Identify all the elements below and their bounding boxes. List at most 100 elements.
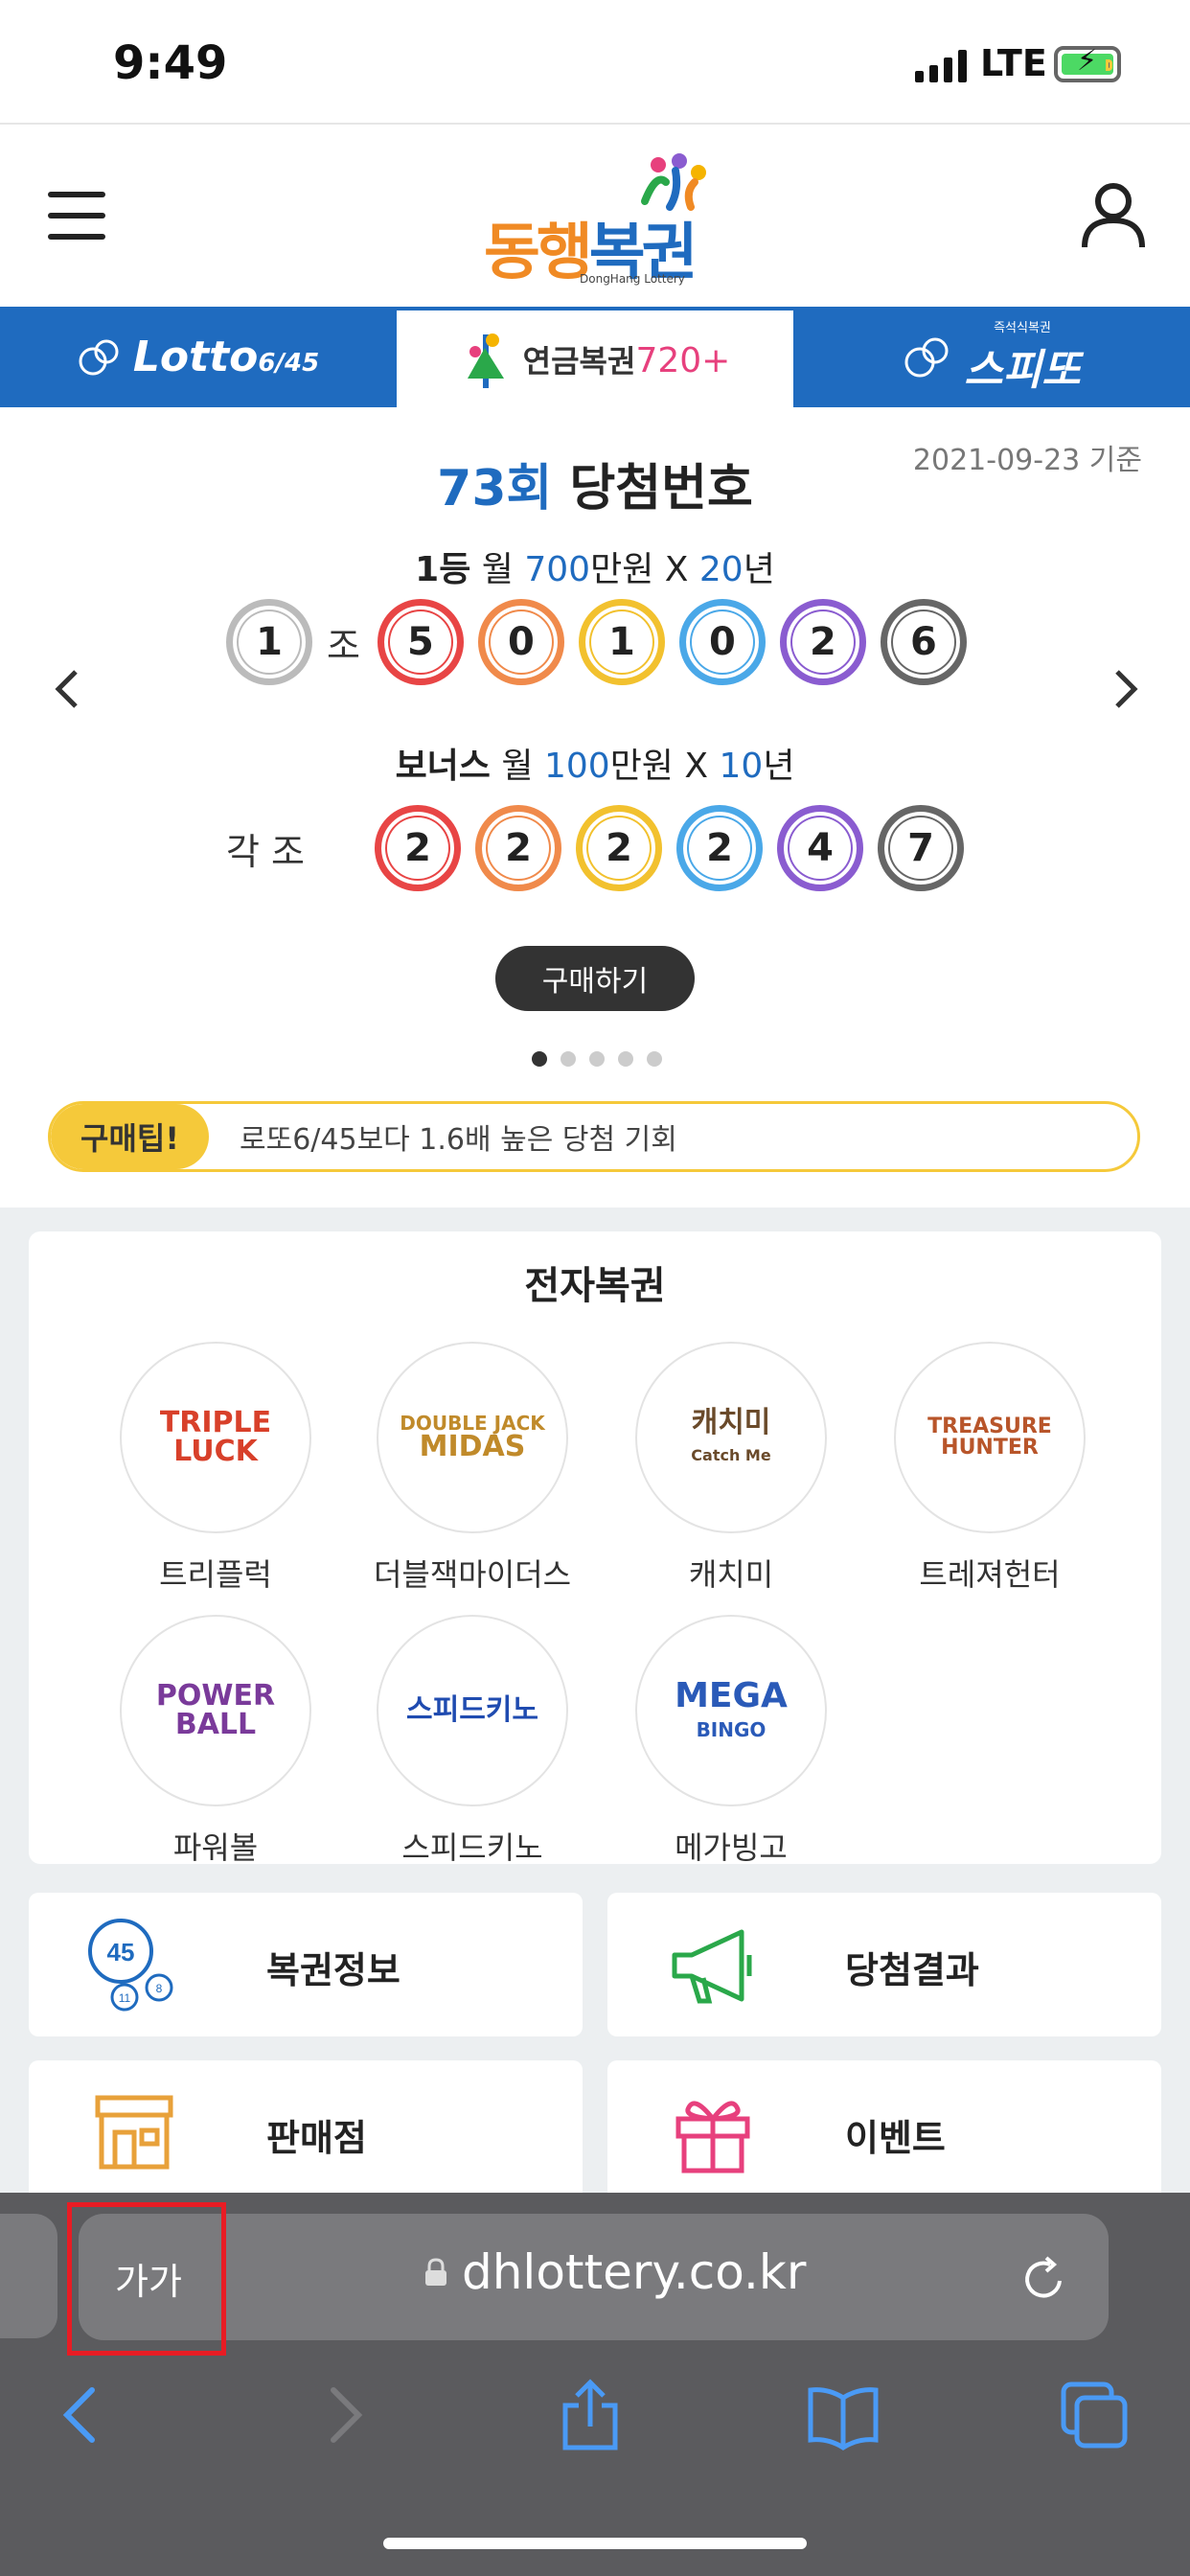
number-ball: 5 xyxy=(377,599,464,685)
tip-badge: 구매팁! xyxy=(51,1104,209,1169)
game-catch-me[interactable]: 캐치미 Catch Me 캐치미 xyxy=(626,1342,836,1595)
text-size-highlight-box xyxy=(67,2202,226,2356)
back-icon[interactable] xyxy=(46,2377,123,2453)
carousel-dots xyxy=(532,1051,662,1067)
tab-pension[interactable]: 연금복권720+ xyxy=(397,307,793,407)
e-lottery-card: 전자복권 TRIPLE LUCK 트리플럭 DOUBLE JACK MIDAS 더블… xyxy=(29,1231,1161,1866)
tile-stores[interactable]: 판매점 xyxy=(29,2060,583,2204)
bookmarks-icon[interactable] xyxy=(805,2377,881,2453)
carousel-dot[interactable] xyxy=(532,1051,547,1067)
game-double-jack-midas[interactable]: DOUBLE JACK MIDAS 더블잭마이더스 xyxy=(367,1342,578,1595)
buy-button[interactable]: 구매하기 xyxy=(495,946,695,1011)
tile-label: 이벤트 xyxy=(845,2117,946,2159)
game-logo-circle: DOUBLE JACK MIDAS xyxy=(377,1342,568,1533)
game-logo-circle: MEGA BINGO xyxy=(635,1615,827,1806)
carousel-dot[interactable] xyxy=(561,1051,576,1067)
game-power-ball[interactable]: POWER BALL 파워볼 xyxy=(110,1615,321,1868)
lock-icon xyxy=(425,2258,446,2286)
hamburger-menu-icon[interactable] xyxy=(48,192,105,240)
group-ball: 1 xyxy=(226,599,312,685)
network-label: LTE xyxy=(980,42,1047,84)
next-draw-arrow-icon[interactable] xyxy=(1111,668,1140,710)
game-name: 스피드키노 xyxy=(401,1829,543,1866)
bonus-prize-line: 보너스 월 100만원 X 10년 xyxy=(395,747,795,786)
carousel-dot[interactable] xyxy=(589,1051,605,1067)
speetto-coins-icon xyxy=(904,337,949,377)
pension-tree-icon xyxy=(467,333,504,388)
tip-text: 로또6/45보다 1.6배 높은 당첨 기회 xyxy=(240,1123,677,1157)
double-jack-midas-logo-icon: DOUBLE JACK MIDAS xyxy=(400,1412,545,1463)
url-text: dhlottery.co.kr xyxy=(462,2244,807,2300)
user-icon[interactable] xyxy=(1081,182,1146,249)
number-ball: 4 xyxy=(777,805,863,891)
site-header: 동행복권 DongHang Lottery xyxy=(0,125,1190,307)
tabs-icon[interactable] xyxy=(1056,2377,1133,2453)
logo-subtitle: DongHang Lottery xyxy=(580,272,685,286)
game-name: 트레져헌터 xyxy=(919,1556,1061,1593)
number-ball: 0 xyxy=(477,599,564,685)
purchase-tip-banner[interactable]: 구매팁! 로또6/45보다 1.6배 높은 당첨 기회 xyxy=(48,1101,1140,1172)
treasure-hunter-logo-icon: TREASURE HUNTER xyxy=(927,1414,1052,1460)
draw-title-text: 당첨번호 xyxy=(569,460,753,518)
lotto-balls-icon xyxy=(79,339,119,375)
tile-events[interactable]: 이벤트 xyxy=(607,2060,1161,2204)
game-logo-circle: TREASURE HUNTER xyxy=(894,1342,1086,1533)
tab-lotto[interactable]: Lotto6/45 xyxy=(0,307,397,407)
game-logo-circle: TRIPLE LUCK xyxy=(120,1342,311,1533)
bonus-group-label: 각 조 xyxy=(226,830,305,873)
home-indicator[interactable] xyxy=(383,2538,807,2549)
game-speed-keno[interactable]: 스피드키노 스피드키노 xyxy=(367,1615,578,1868)
number-ball: 1 xyxy=(578,599,665,685)
signal-icon xyxy=(915,50,967,82)
tile-label: 판매점 xyxy=(266,2117,367,2159)
reload-icon[interactable] xyxy=(1018,2252,1071,2306)
logo-people-icon xyxy=(641,153,706,211)
previous-draw-arrow-icon[interactable] xyxy=(53,668,81,710)
group-label: 조 xyxy=(327,624,360,667)
game-treasure-hunter[interactable]: TREASURE HUNTER 트레져헌터 xyxy=(884,1342,1095,1595)
tile-lottery-info[interactable]: 45 11 8 복권정보 xyxy=(29,1893,583,2036)
address-bar[interactable]: 가가 dhlottery.co.kr xyxy=(79,2214,1109,2340)
carousel-dot[interactable] xyxy=(618,1051,633,1067)
number-ball: 2 xyxy=(779,599,866,685)
number-ball: 2 xyxy=(375,805,461,891)
tile-label: 복권정보 xyxy=(266,1949,400,1991)
game-name: 메가빙고 xyxy=(675,1829,788,1866)
draw-round: 73회 xyxy=(437,460,553,518)
previous-tab-peek[interactable] xyxy=(0,2214,57,2338)
game-triple-luck[interactable]: TRIPLE LUCK 트리플럭 xyxy=(110,1342,321,1595)
tab-speetto-label: 즉석식복권 스피또 xyxy=(964,321,1081,395)
lottery-tabs: Lotto6/45 연금복권720+ 즉석식복권 스피또 xyxy=(0,307,1190,407)
e-lottery-title: 전자복권 xyxy=(524,1264,666,1308)
ball-main-number: 45 xyxy=(107,1938,135,1966)
game-name: 파워볼 xyxy=(172,1829,259,1866)
logo-part1: 동행 xyxy=(484,218,593,288)
number-ball: 0 xyxy=(678,599,766,685)
number-ball: 7 xyxy=(878,805,964,891)
url-display[interactable]: dhlottery.co.kr xyxy=(423,2244,806,2300)
triple-luck-logo-icon: TRIPLE LUCK xyxy=(159,1406,272,1468)
number-ball: 6 xyxy=(880,599,967,685)
donghang-logo[interactable]: 동행복권 DongHang Lottery xyxy=(484,153,714,288)
share-icon[interactable] xyxy=(552,2377,629,2453)
lottery-balls-icon: 45 11 8 xyxy=(88,1919,173,2012)
game-name: 더블잭마이더스 xyxy=(373,1556,572,1593)
carousel-dot[interactable] xyxy=(647,1051,662,1067)
tile-winning-results[interactable]: 당첨결과 xyxy=(607,1893,1161,2036)
number-ball: 2 xyxy=(576,805,662,891)
bonus-balls: 각 조 2 2 2 2 4 7 xyxy=(226,805,978,891)
gift-icon xyxy=(675,2101,750,2174)
mega-bingo-logo-icon: MEGA BINGO xyxy=(675,1676,788,1741)
catch-me-logo-icon: 캐치미 Catch Me xyxy=(691,1406,771,1464)
forward-icon[interactable] xyxy=(303,2377,379,2453)
game-mega-bingo[interactable]: MEGA BINGO 메가빙고 xyxy=(626,1615,836,1868)
status-time: 9:49 xyxy=(113,36,228,90)
tab-pension-label: 연금복권720+ xyxy=(522,340,731,380)
tab-lotto-label: Lotto6/45 xyxy=(132,333,320,381)
game-name: 캐치미 xyxy=(688,1556,774,1593)
first-prize-balls: 1 조 5 0 1 0 2 6 xyxy=(226,599,981,685)
tab-speetto[interactable]: 즉석식복권 스피또 xyxy=(793,307,1190,407)
first-prize-line: 1등 월 700만원 X 20년 xyxy=(415,550,775,589)
number-ball: 2 xyxy=(676,805,763,891)
store-icon xyxy=(95,2095,173,2170)
